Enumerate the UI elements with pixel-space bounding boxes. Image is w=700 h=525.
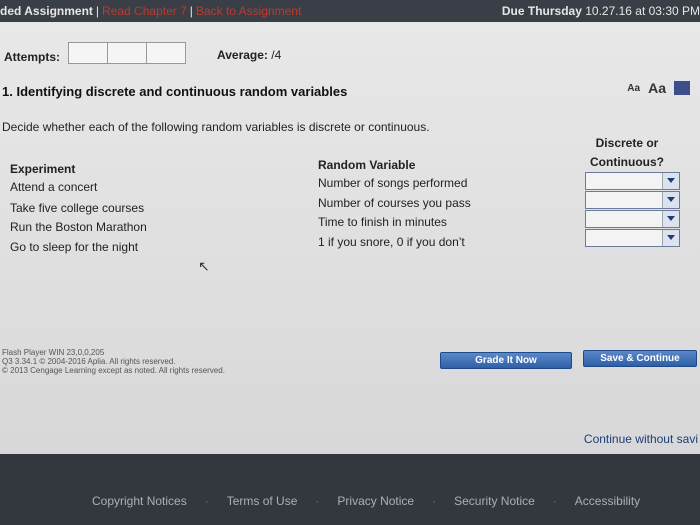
average-score: Average: /4: [217, 48, 282, 62]
question-title: 1. Identifying discrete and continuous r…: [2, 84, 348, 99]
classification-header: Discrete or Continuous?: [590, 136, 664, 169]
attempts-label: Attempts:: [4, 50, 60, 64]
question-panel: Attempts: Average: /4 1. Identifying dis…: [0, 22, 700, 454]
version-info: Flash Player WIN 23,0,0,205 Q3 3.34.1 © …: [2, 348, 225, 375]
random-variable-item: Number of courses you pass: [318, 196, 471, 210]
copyright-notices-link[interactable]: Copyright Notices: [92, 494, 187, 508]
attempt-box: [68, 42, 108, 64]
experiment-item: Go to sleep for the night: [10, 240, 139, 254]
random-variable-item: 1 if you snore, 0 if you don’t: [318, 235, 465, 249]
attempt-box: [107, 42, 147, 64]
classification-dropdown[interactable]: [585, 210, 680, 228]
save-continue-button[interactable]: Save & Continue: [583, 350, 697, 367]
privacy-notice-link[interactable]: Privacy Notice: [337, 494, 414, 508]
footer-bar: Copyright Notices · Terms of Use · Privacy N…: [0, 454, 700, 525]
question-prompt: Decide whether each of the following ran…: [2, 120, 430, 134]
security-notice-link[interactable]: Security Notice: [454, 494, 535, 508]
font-size-controls: Aa Aa: [627, 80, 690, 96]
attempt-box: [146, 42, 186, 64]
experiment-header: Experiment: [10, 162, 76, 176]
grade-it-now-button[interactable]: Grade It Now: [440, 352, 572, 369]
font-small-button[interactable]: Aa: [627, 83, 640, 94]
due-date: Due Thursday 10.27.16 at 03:30 PM: [501, 4, 700, 18]
back-to-assignment-link[interactable]: Back to Assignment: [196, 4, 301, 18]
chevron-down-icon[interactable]: [662, 230, 679, 246]
accessibility-link[interactable]: Accessibility: [575, 494, 640, 508]
attempt-boxes: [68, 42, 186, 64]
random-variable-item: Number of songs performed: [318, 176, 468, 190]
experiment-item: Run the Boston Marathon: [10, 220, 147, 234]
chevron-down-icon[interactable]: [662, 192, 679, 208]
mouse-cursor-icon: ↖: [198, 258, 210, 274]
assignment-title: ded Assignment: [0, 4, 93, 18]
chevron-down-icon[interactable]: [662, 173, 679, 189]
chevron-down-icon[interactable]: [662, 211, 679, 227]
print-icon[interactable]: [674, 81, 690, 95]
random-variable-header: Random Variable: [318, 158, 416, 172]
footer-links: Copyright Notices · Terms of Use · Privacy N…: [92, 494, 641, 508]
top-bar: ded Assignment | Read Chapter 7 | Back to As…: [0, 0, 700, 22]
experiment-item: Attend a concert: [10, 180, 98, 194]
random-variable-item: Time to finish in minutes: [318, 215, 447, 229]
classification-dropdown[interactable]: [585, 191, 680, 209]
classification-dropdown[interactable]: [585, 172, 680, 190]
terms-of-use-link[interactable]: Terms of Use: [227, 494, 298, 508]
classification-dropdown[interactable]: [585, 229, 680, 247]
assignment-breadcrumb: ded Assignment | Read Chapter 7 | Back to As…: [0, 4, 302, 18]
experiment-item: Take five college courses: [10, 201, 145, 215]
read-chapter-link[interactable]: Read Chapter 7: [102, 4, 187, 18]
font-large-button[interactable]: Aa: [648, 80, 666, 96]
continue-without-saving-link[interactable]: Continue without savi: [584, 432, 698, 446]
